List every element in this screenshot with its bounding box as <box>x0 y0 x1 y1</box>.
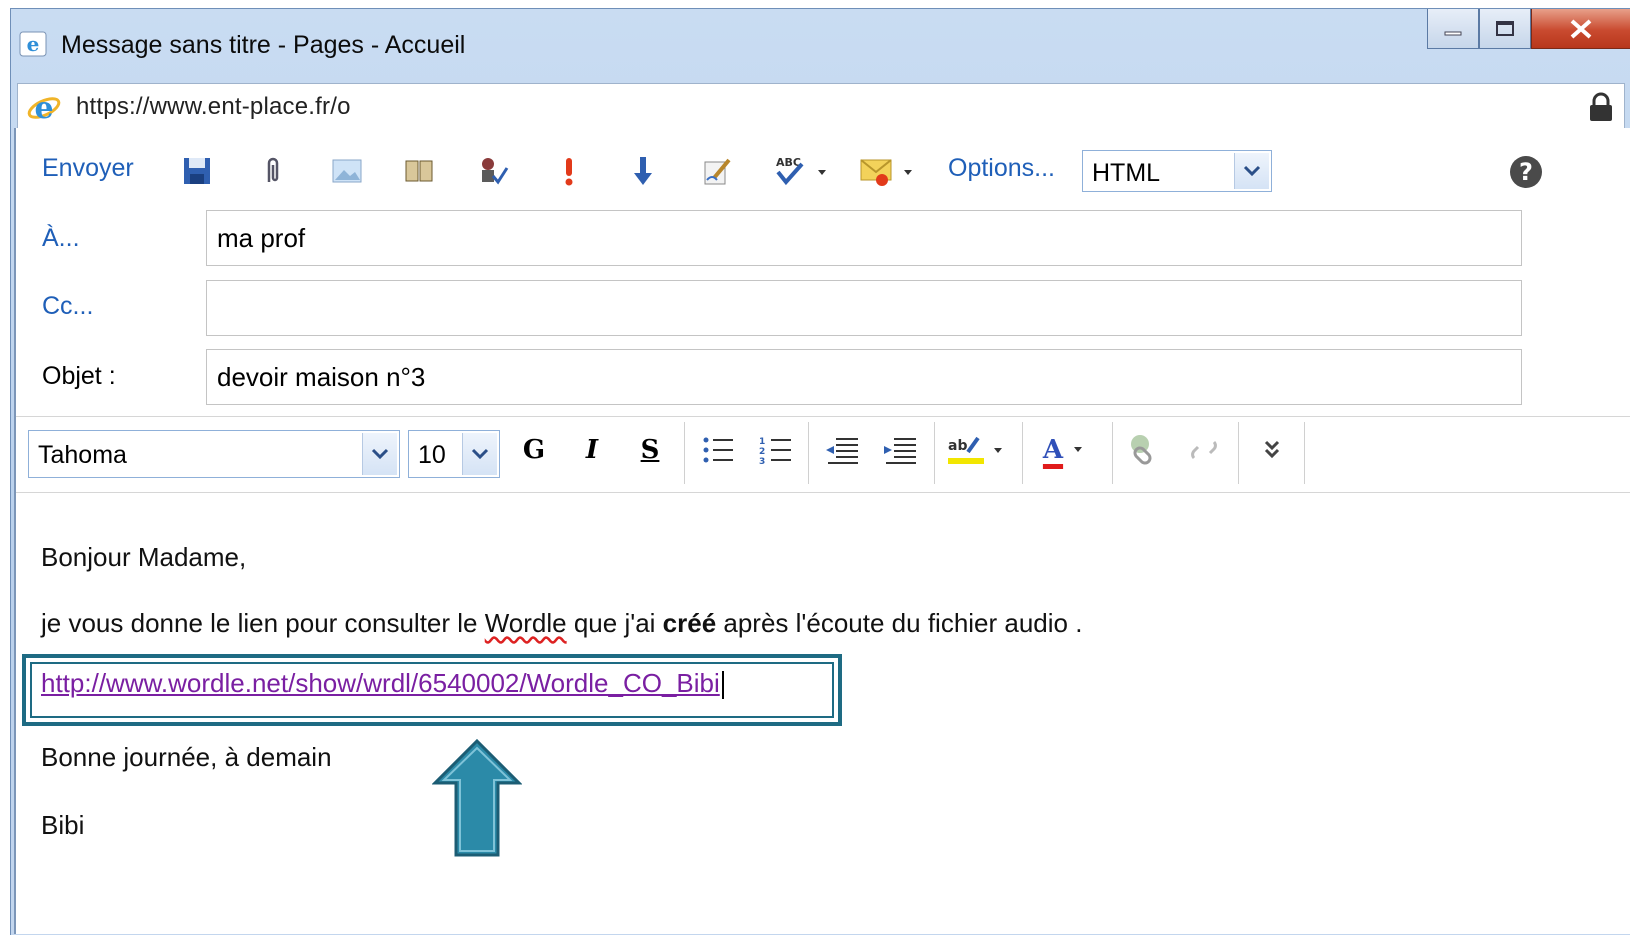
lock-icon[interactable] <box>1588 92 1614 122</box>
bullet-list-icon[interactable] <box>698 430 738 470</box>
up-arrow-icon <box>432 738 522 857</box>
subject-label: Objet : <box>42 362 116 390</box>
closing-line: Bonne journée, à demain <box>41 742 332 772</box>
to-field-value: ma prof <box>217 223 306 253</box>
cc-label[interactable]: Cc... <box>42 292 93 321</box>
text-cursor <box>721 671 724 700</box>
divider <box>16 492 1630 493</box>
svg-text:1: 1 <box>759 437 765 447</box>
compose-toolbar: Envoyer ABC Options... HTML ? <box>16 128 1630 208</box>
close-icon <box>1570 19 1592 38</box>
options-button[interactable]: Options... <box>948 154 1055 183</box>
format-select[interactable]: HTML <box>1082 150 1272 192</box>
sentence-part: après l'écoute du fichier audio . <box>716 608 1083 638</box>
close-button[interactable] <box>1531 9 1630 49</box>
decrease-indent-icon[interactable] <box>822 430 862 470</box>
signature-icon[interactable] <box>700 154 734 188</box>
window-title: Message sans titre - Pages - Accueil <box>61 31 466 59</box>
address-book-icon[interactable] <box>402 154 436 188</box>
send-button[interactable]: Envoyer <box>42 154 134 183</box>
svg-text:3: 3 <box>759 457 765 467</box>
chevron-down-icon[interactable] <box>462 433 497 475</box>
svg-text:ab: ab <box>948 438 967 454</box>
svg-text:e: e <box>34 91 53 124</box>
toolbar-separator <box>934 422 935 484</box>
chevron-down-icon[interactable] <box>1234 153 1269 189</box>
minimize-button[interactable] <box>1427 9 1479 49</box>
address-bar[interactable]: e https://www.ent-place.fr/o <box>17 83 1625 129</box>
cc-field[interactable] <box>206 280 1522 336</box>
wordle-link-text[interactable]: http://www.wordle.net/show/wrdl/6540002/… <box>41 668 720 698</box>
minimize-icon <box>1444 31 1462 35</box>
chevron-down-icon[interactable] <box>362 433 397 475</box>
ie-page-icon: e <box>27 91 61 124</box>
greeting-line: Bonjour Madame, <box>41 542 247 572</box>
font-color-button[interactable]: A <box>1034 430 1098 470</box>
help-icon[interactable]: ? <box>1508 154 1544 190</box>
font-size-select[interactable]: 10 <box>408 430 500 478</box>
low-importance-icon[interactable] <box>626 154 660 188</box>
maximize-icon <box>1496 20 1514 36</box>
insert-link-icon[interactable] <box>1124 430 1164 470</box>
font-name-value: Tahoma <box>38 441 127 469</box>
font-size-value: 10 <box>418 441 446 469</box>
sentence-part: que j'ai <box>566 608 663 638</box>
message-flag-icon[interactable] <box>858 154 918 188</box>
numbered-list-icon[interactable]: 1 2 3 <box>756 430 796 470</box>
subject-field[interactable]: devoir maison n°3 <box>206 349 1522 405</box>
toolbar-separator <box>684 422 685 484</box>
url-text[interactable]: https://www.ent-place.fr/o <box>76 93 351 121</box>
bold-word: créé <box>662 608 717 638</box>
svg-text:2: 2 <box>759 447 765 457</box>
spellcheck-icon[interactable]: ABC <box>774 154 832 188</box>
to-label[interactable]: À... <box>42 224 80 253</box>
subject-field-value: devoir maison n°3 <box>217 362 426 392</box>
toolbar-separator <box>808 422 809 484</box>
italic-button[interactable]: I <box>572 430 612 470</box>
check-names-icon[interactable] <box>476 154 510 188</box>
toolbar-separator <box>1112 422 1113 484</box>
window-controls <box>1427 9 1630 53</box>
save-icon[interactable] <box>180 154 214 188</box>
remove-link-icon[interactable] <box>1184 430 1224 470</box>
misspelled-word[interactable]: Wordle <box>485 608 567 638</box>
message-body[interactable]: Bonjour Madame, je vous donne le lien po… <box>16 508 1630 934</box>
strike-button[interactable]: S <box>630 430 670 470</box>
toolbar-separator <box>1304 422 1305 484</box>
ie-icon: e <box>19 31 47 57</box>
caret-down-icon <box>1074 447 1082 452</box>
font-color-glyph: A <box>1042 435 1064 465</box>
sentence-part: je vous donne le lien pour consulter le <box>41 608 485 638</box>
maximize-button[interactable] <box>1479 9 1531 49</box>
high-importance-icon[interactable] <box>552 154 586 188</box>
toolbar-separator <box>1022 422 1023 484</box>
to-field[interactable]: ma prof <box>206 210 1522 266</box>
highlight-color-icon[interactable]: ab <box>946 430 1010 470</box>
svg-text:e: e <box>27 32 40 56</box>
increase-indent-icon[interactable] <box>880 430 920 470</box>
double-chevron-down-icon[interactable] <box>1252 430 1292 470</box>
font-name-select[interactable]: Tahoma <box>28 430 400 478</box>
toolbar-separator <box>1238 422 1239 484</box>
svg-text:?: ? <box>1519 158 1533 186</box>
body-sentence: je vous donne le lien pour consulter le … <box>41 608 1082 639</box>
signature-line: Bibi <box>41 810 85 840</box>
compose-window: Envoyer ABC Options... HTML ? À... ma pr… <box>14 128 1630 934</box>
formatting-toolbar: Tahoma 10 G I S 1 2 3 ab A <box>16 408 1630 502</box>
bold-button[interactable]: G <box>514 430 554 470</box>
title-bar[interactable]: e Message sans titre - Pages - Accueil <box>11 9 1630 79</box>
attach-icon[interactable] <box>256 154 290 188</box>
format-select-value: HTML <box>1092 159 1161 187</box>
image-icon[interactable] <box>330 154 364 188</box>
wordle-link[interactable]: http://www.wordle.net/show/wrdl/6540002/… <box>41 668 724 700</box>
